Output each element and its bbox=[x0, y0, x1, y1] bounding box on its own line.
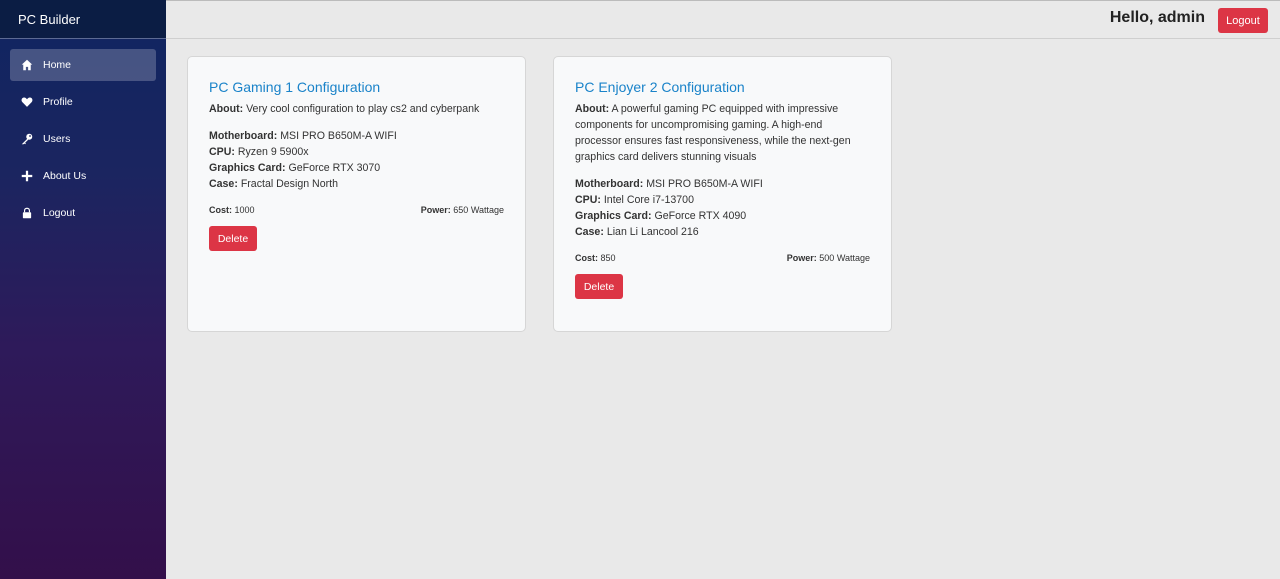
cost-label: Cost: bbox=[209, 205, 232, 215]
spec-label: Case: bbox=[209, 178, 238, 190]
spec-case: Case: Fractal Design North bbox=[209, 176, 504, 192]
card-meta: Cost: 1000 Power: 650 Wattage bbox=[209, 205, 504, 215]
top-bar: Hello, admin Logout bbox=[166, 0, 1280, 39]
spec-label: CPU: bbox=[575, 194, 601, 206]
spec-motherboard: Motherboard: MSI PRO B650M-A WIFI bbox=[209, 128, 504, 144]
spec-gpu: Graphics Card: GeForce RTX 4090 bbox=[575, 208, 870, 224]
card-meta: Cost: 850 Power: 500 Wattage bbox=[575, 253, 870, 263]
about-text: Very cool configuration to play cs2 and … bbox=[246, 103, 480, 115]
card-title[interactable]: PC Gaming 1 Configuration bbox=[209, 79, 504, 95]
spec-label: CPU: bbox=[209, 146, 235, 158]
spec-case: Case: Lian Li Lancool 216 bbox=[575, 224, 870, 240]
card-about: About: Very cool configuration to play c… bbox=[209, 101, 504, 117]
home-icon bbox=[20, 59, 33, 72]
sidebar: PC Builder Home Profile Users About Us L… bbox=[0, 0, 166, 579]
sidebar-nav: Home Profile Users About Us Logout bbox=[0, 39, 166, 229]
card-specs: Motherboard: MSI PRO B650M-A WIFI CPU: I… bbox=[575, 176, 870, 240]
spec-gpu: Graphics Card: GeForce RTX 3070 bbox=[209, 160, 504, 176]
cost-info: Cost: 1000 bbox=[209, 205, 255, 215]
power-value: 500 Wattage bbox=[819, 253, 870, 263]
sidebar-item-users[interactable]: Users bbox=[10, 123, 156, 155]
spec-value: MSI PRO B650M-A WIFI bbox=[280, 130, 397, 142]
power-label: Power: bbox=[786, 253, 817, 263]
cost-label: Cost: bbox=[575, 253, 598, 263]
spec-cpu: CPU: Ryzen 9 5900x bbox=[209, 144, 504, 160]
power-label: Power: bbox=[420, 205, 451, 215]
spec-label: Graphics Card: bbox=[209, 162, 286, 174]
spec-value: Ryzen 9 5900x bbox=[237, 146, 309, 158]
spec-label: Motherboard: bbox=[209, 130, 278, 142]
card-title[interactable]: PC Enjoyer 2 Configuration bbox=[575, 79, 870, 95]
config-card: PC Enjoyer 2 Configuration About: A powe… bbox=[553, 56, 892, 332]
card-specs: Motherboard: MSI PRO B650M-A WIFI CPU: R… bbox=[209, 128, 504, 192]
power-info: Power: 500 Wattage bbox=[787, 253, 870, 263]
lock-icon bbox=[20, 207, 33, 220]
brand-title[interactable]: PC Builder bbox=[0, 0, 166, 39]
sidebar-item-label: Logout bbox=[43, 207, 76, 219]
sidebar-item-about-us[interactable]: About Us bbox=[10, 160, 156, 192]
spec-label: Graphics Card: bbox=[575, 210, 652, 222]
spec-cpu: CPU: Intel Core i7-13700 bbox=[575, 192, 870, 208]
spec-label: Motherboard: bbox=[575, 178, 644, 190]
heart-icon bbox=[20, 96, 33, 109]
about-text: A powerful gaming PC equipped with impre… bbox=[575, 103, 851, 163]
cost-info: Cost: 850 bbox=[575, 253, 616, 263]
spec-value: Fractal Design North bbox=[240, 178, 338, 190]
about-label: About: bbox=[209, 103, 244, 115]
spec-value: Intel Core i7-13700 bbox=[603, 194, 694, 206]
spec-label: Case: bbox=[575, 226, 604, 238]
sidebar-item-profile[interactable]: Profile bbox=[10, 86, 156, 118]
cost-value: 850 bbox=[600, 253, 616, 263]
about-label: About: bbox=[575, 103, 610, 115]
delete-button[interactable]: Delete bbox=[575, 274, 623, 299]
spec-value: GeForce RTX 4090 bbox=[654, 210, 747, 222]
sidebar-item-label: About Us bbox=[43, 170, 87, 182]
greeting-text: Hello, admin bbox=[1109, 9, 1205, 26]
spec-value: GeForce RTX 3070 bbox=[288, 162, 381, 174]
spec-motherboard: Motherboard: MSI PRO B650M-A WIFI bbox=[575, 176, 870, 192]
plus-icon bbox=[20, 170, 33, 183]
power-info: Power: 650 Wattage bbox=[421, 205, 504, 215]
spec-value: Lian Li Lancool 216 bbox=[606, 226, 699, 238]
key-icon bbox=[20, 133, 33, 146]
logout-button[interactable]: Logout bbox=[1218, 8, 1268, 33]
sidebar-item-label: Users bbox=[43, 133, 71, 145]
sidebar-item-logout[interactable]: Logout bbox=[10, 197, 156, 229]
delete-button[interactable]: Delete bbox=[209, 226, 257, 251]
cost-value: 1000 bbox=[234, 205, 255, 215]
card-about: About: A powerful gaming PC equipped wit… bbox=[575, 101, 870, 165]
spec-value: MSI PRO B650M-A WIFI bbox=[646, 178, 763, 190]
sidebar-item-label: Home bbox=[43, 59, 72, 71]
config-card: PC Gaming 1 Configuration About: Very co… bbox=[187, 56, 526, 332]
sidebar-item-label: Profile bbox=[43, 96, 73, 108]
power-value: 650 Wattage bbox=[453, 205, 504, 215]
sidebar-item-home[interactable]: Home bbox=[10, 49, 156, 81]
